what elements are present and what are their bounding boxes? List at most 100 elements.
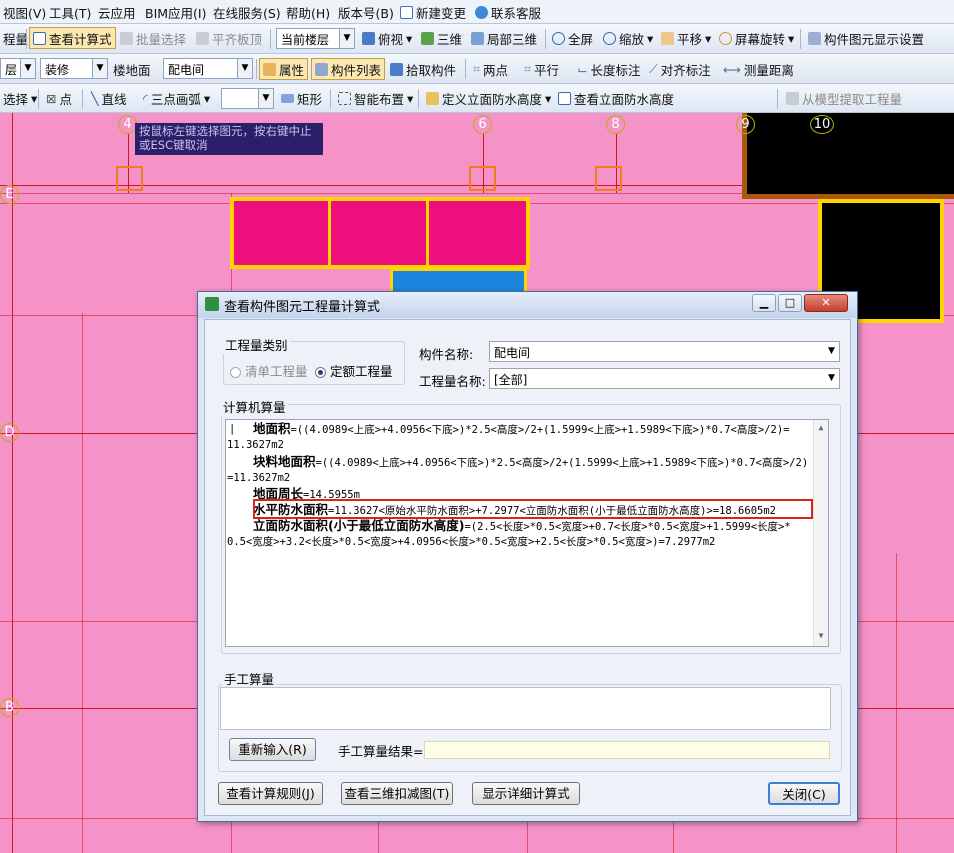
- menu-bar: 视图(V) 工具(T) 云应用 BIM应用(I) 在线服务(S) 帮助(H) 版…: [0, 0, 954, 24]
- view-formula-button[interactable]: 查看计算式: [29, 27, 116, 49]
- manual-result-field: [424, 741, 830, 759]
- line-label: 直线: [101, 91, 127, 107]
- local-3d-label: 局部三维: [487, 31, 538, 47]
- point-label: 点: [59, 91, 72, 107]
- formula-textarea[interactable]: | 地面积=((4.0989<上底>+4.0956<下底>)*2.5<高度>/2…: [225, 419, 829, 647]
- floor-select-value: 当前楼层: [281, 33, 330, 47]
- scroll-up-icon[interactable]: ▲: [814, 420, 828, 436]
- calc-icon: [33, 31, 46, 45]
- contact-service-button[interactable]: 联系客服: [472, 1, 544, 23]
- formula-line: 地面积=((4.0989<上底>+4.0956<下底>)*2.5<高度>/2+(…: [253, 421, 790, 438]
- text-cursor: |: [229, 423, 236, 435]
- floor-select[interactable]: 当前楼层 ▼: [276, 28, 355, 49]
- local-3d-button[interactable]: 局部三维: [468, 27, 540, 49]
- close-window-button[interactable]: ✕: [804, 294, 848, 312]
- formula-name: 块料地面积: [253, 454, 316, 469]
- formula-expr: =((4.0989<上底>+4.0956<下底>)*2.5<高度>/2+(1.5…: [315, 457, 809, 469]
- component-list-button[interactable]: 构件列表: [311, 58, 386, 80]
- dialog-title: 查看构件图元工程量计算式: [224, 300, 381, 315]
- properties-label: 属性: [279, 62, 305, 78]
- view-wall-waterproof-button[interactable]: 查看立面防水高度: [555, 87, 677, 109]
- measure-distance-button[interactable]: ⟷ 测量距离: [720, 58, 797, 80]
- formula-line: 块料地面积=((4.0989<上底>+4.0956<下底>)*2.5<高度>/2…: [253, 454, 808, 471]
- formula-expr: 0.5<宽度>+3.2<长度>*0.5<宽度>+4.0956<长度>*0.5<宽…: [227, 536, 716, 548]
- room-floor-black[interactable]: [742, 113, 954, 199]
- top-view-label: 俯视: [378, 31, 404, 47]
- length-dim-icon: ⌙: [577, 61, 588, 77]
- rotate-icon: [719, 31, 732, 45]
- tooltip-line: 按鼠标左键选择图元，按右键中止: [139, 124, 312, 138]
- 3d-button[interactable]: 三维: [418, 27, 465, 49]
- dialog-titlebar[interactable]: 查看构件图元工程量计算式 ▁ □ ✕: [198, 292, 857, 318]
- rectangle-button[interactable]: 矩形: [278, 87, 325, 109]
- radio-bill[interactable]: 清单工程量: [230, 361, 308, 380]
- aligned-dim-icon: ⟋: [649, 61, 658, 76]
- rectangle-label: 矩形: [297, 91, 323, 107]
- rectangle-icon: [281, 93, 294, 103]
- reenter-button[interactable]: 重新输入(R): [229, 738, 316, 761]
- top-view-button[interactable]: 俯视 ▾: [359, 27, 415, 49]
- arc-mode-select[interactable]: ▼: [221, 88, 274, 109]
- select-button[interactable]: 选择 ▾: [0, 87, 40, 109]
- menu-cloud[interactable]: 云应用: [95, 1, 139, 23]
- manual-quantity-input[interactable]: [220, 687, 831, 730]
- zoom-button[interactable]: 缩放 ▾: [600, 27, 656, 49]
- batch-select-button[interactable]: 批量选择: [117, 27, 189, 49]
- category-select[interactable]: 装修 ▼: [40, 58, 108, 79]
- zoom-label: 缩放: [619, 31, 645, 47]
- smart-layout-button[interactable]: 智能布置 ▾: [335, 87, 416, 109]
- pick-component-button[interactable]: 拾取构件: [387, 58, 459, 80]
- properties-button[interactable]: 属性: [259, 58, 309, 80]
- display-settings-button[interactable]: 构件图元显示设置: [805, 27, 927, 49]
- room-floor-selected[interactable]: [230, 197, 530, 269]
- parallel-icon: ⌗: [524, 61, 532, 76]
- new-change-button[interactable]: 新建变更: [397, 1, 469, 23]
- room-floor-blue[interactable]: [390, 268, 527, 291]
- aligned-dim-button[interactable]: ⟋ 对齐标注: [646, 58, 714, 80]
- show-detail-formula-button[interactable]: 显示详细计算式: [472, 782, 580, 805]
- component-name-select[interactable]: 配电间 ▼: [489, 341, 840, 362]
- radio-quota[interactable]: 定额工程量: [315, 361, 393, 380]
- menu-online[interactable]: 在线服务(S): [210, 1, 284, 23]
- menu-version[interactable]: 版本号(B): [335, 1, 397, 23]
- parallel-label: 平行: [534, 62, 560, 78]
- column-marker[interactable]: [469, 166, 496, 191]
- two-points-label: 两点: [483, 62, 509, 78]
- menu-tools[interactable]: 工具(T): [46, 1, 94, 23]
- quantity-name-select[interactable]: [全部] ▼: [489, 368, 840, 389]
- align-slab-top-button[interactable]: 平齐板顶: [193, 27, 265, 49]
- toolbar-component: 层 ▼ 装修 ▼ 楼地面 配电间 ▼ 属性 构件列表 拾取构件 ⌗ 两点 ⌗ 平行 ⌙ 长度…: [0, 54, 954, 84]
- menu-view[interactable]: 视图(V): [0, 1, 49, 23]
- two-points-button[interactable]: ⌗ 两点: [470, 58, 511, 80]
- line-button[interactable]: ╲ 直线: [88, 87, 130, 109]
- point-icon: ⊠: [46, 90, 57, 106]
- column-marker[interactable]: [116, 166, 143, 191]
- menu-bim[interactable]: BIM应用(I): [142, 1, 210, 23]
- component-select[interactable]: 配电间 ▼: [163, 58, 253, 79]
- rotate-button[interactable]: 屏幕旋转 ▾: [716, 27, 797, 49]
- formula-expr: =11.3627m2: [227, 472, 291, 484]
- pick-icon: [390, 62, 403, 76]
- smart-layout-icon: [338, 91, 351, 105]
- view-3d-deduction-button[interactable]: 查看三维扣减图(T): [341, 782, 453, 805]
- fullscreen-button[interactable]: 全屏: [549, 27, 596, 49]
- formula-scrollbar[interactable]: ▲ ▼: [813, 420, 828, 646]
- column-marker[interactable]: [595, 166, 622, 191]
- arc-button[interactable]: ◜ 三点画弧 ▾: [140, 87, 213, 109]
- 3d-label: 三维: [437, 31, 463, 47]
- 3d-icon: [421, 31, 434, 45]
- maximize-button[interactable]: □: [778, 294, 802, 312]
- extract-quantity-button[interactable]: 从模型提取工程量: [783, 87, 905, 109]
- menu-help[interactable]: 帮助(H): [283, 1, 333, 23]
- parallel-button[interactable]: ⌗ 平行: [521, 58, 562, 80]
- pan-button[interactable]: 平移 ▾: [658, 27, 714, 49]
- layer-select[interactable]: 层 ▼: [0, 58, 36, 79]
- view-rules-button[interactable]: 查看计算规则(J): [218, 782, 323, 805]
- close-button[interactable]: 关闭(C): [768, 782, 840, 805]
- define-wall-waterproof-button[interactable]: 定义立面防水高度 ▾: [423, 87, 554, 109]
- length-dim-button[interactable]: ⌙ 长度标注: [574, 58, 644, 80]
- minimize-button[interactable]: ▁: [752, 294, 776, 312]
- scroll-down-icon[interactable]: ▼: [814, 628, 828, 644]
- batch-icon: [120, 31, 133, 45]
- point-button[interactable]: ⊠ 点: [43, 87, 75, 109]
